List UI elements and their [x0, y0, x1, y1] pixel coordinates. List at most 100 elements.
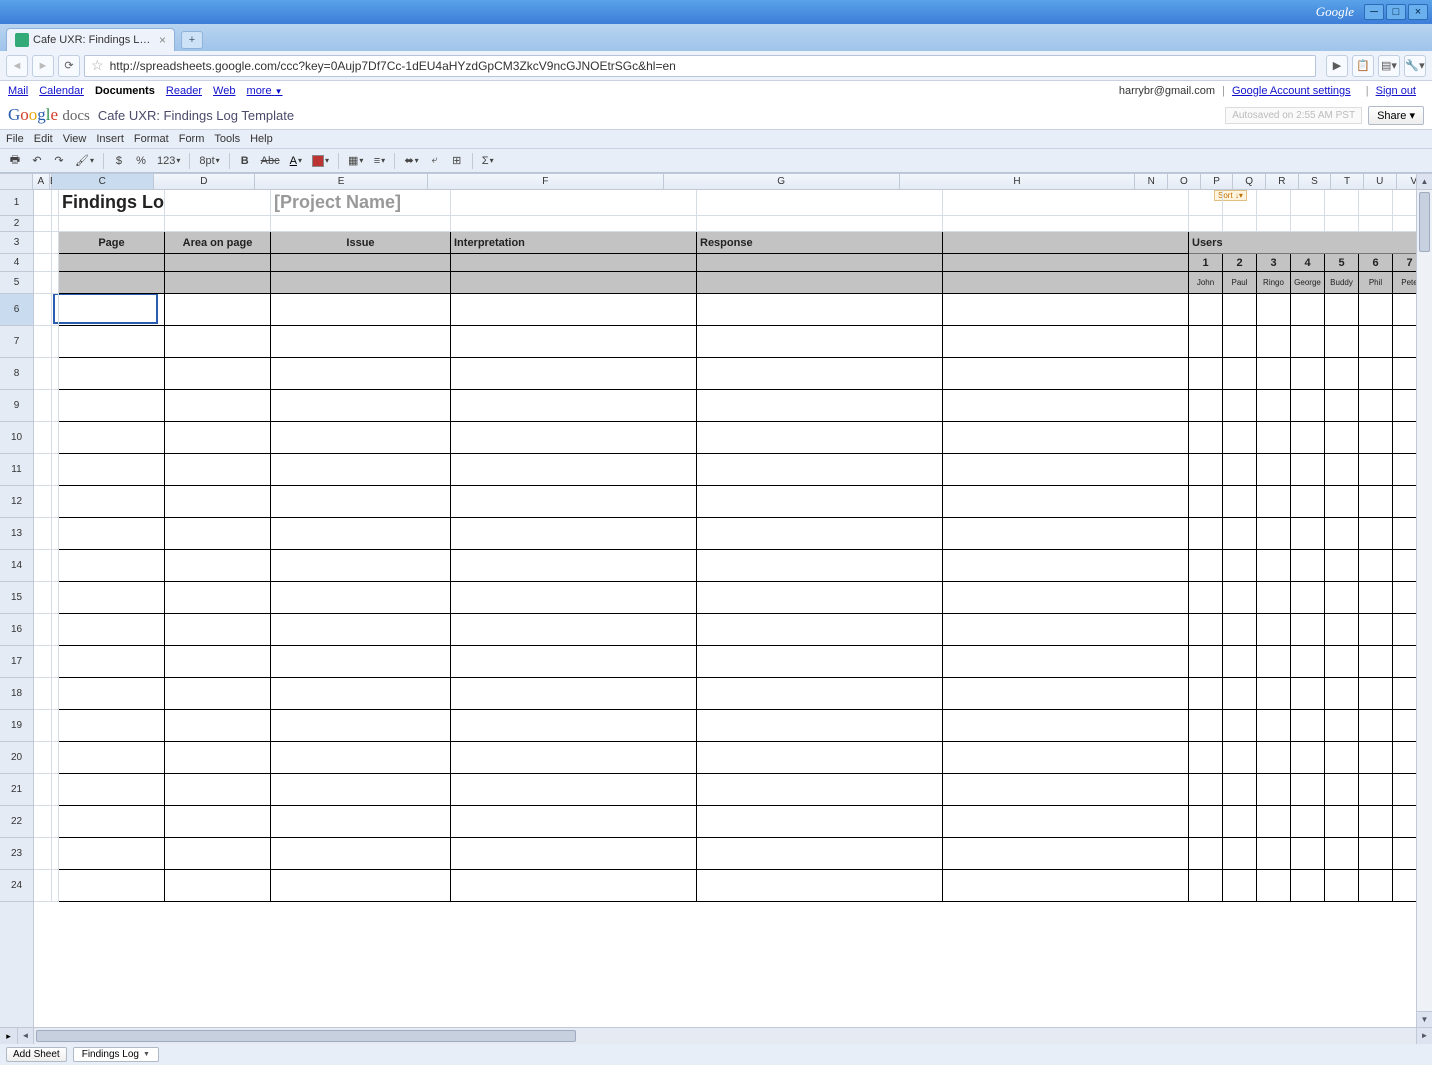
cell[interactable]	[165, 326, 271, 358]
cell[interactable]: 5	[1325, 254, 1359, 272]
cell[interactable]	[697, 390, 943, 422]
cell[interactable]	[59, 646, 165, 678]
cell[interactable]: Users	[1189, 232, 1432, 254]
bold-button[interactable]: B	[236, 152, 254, 170]
cell[interactable]	[52, 216, 59, 232]
cell[interactable]	[1325, 870, 1359, 902]
link-reader[interactable]: Reader	[166, 85, 202, 97]
cell[interactable]	[697, 216, 943, 232]
link-documents[interactable]: Documents	[95, 85, 155, 97]
cell[interactable]	[1189, 678, 1223, 710]
doc-title[interactable]: Cafe UXR: Findings Log Template	[98, 108, 294, 123]
cell[interactable]	[271, 710, 451, 742]
cell[interactable]	[451, 838, 697, 870]
hscroll-right-icon[interactable]: ►	[1416, 1028, 1432, 1044]
cell[interactable]	[34, 774, 52, 806]
cell[interactable]	[1291, 216, 1325, 232]
col-header-C[interactable]: C	[52, 174, 154, 189]
cell[interactable]	[271, 742, 451, 774]
menu-format[interactable]: Format	[134, 133, 169, 145]
row-header-19[interactable]: 19	[0, 710, 33, 742]
format-percent-button[interactable]: %	[132, 152, 150, 170]
format-currency-button[interactable]: $	[110, 152, 128, 170]
cell[interactable]	[1325, 710, 1359, 742]
cell[interactable]	[1325, 390, 1359, 422]
cell[interactable]	[1291, 326, 1325, 358]
cell[interactable]	[1325, 216, 1359, 232]
cell[interactable]: Phil	[1359, 272, 1393, 294]
cell[interactable]	[271, 272, 451, 294]
cell[interactable]	[165, 190, 271, 216]
cell[interactable]	[1223, 294, 1257, 326]
cell[interactable]	[451, 614, 697, 646]
cell[interactable]: 1	[1189, 254, 1223, 272]
cell[interactable]	[1257, 422, 1291, 454]
cell[interactable]	[52, 232, 59, 254]
col-header-H[interactable]: H	[900, 174, 1136, 189]
cell[interactable]	[1223, 710, 1257, 742]
hscroll-left-icon[interactable]: ◄	[18, 1028, 34, 1044]
cell[interactable]	[1291, 614, 1325, 646]
cell[interactable]	[59, 614, 165, 646]
cell[interactable]	[59, 582, 165, 614]
cell[interactable]	[271, 582, 451, 614]
cell[interactable]	[59, 422, 165, 454]
cell[interactable]	[1325, 190, 1359, 216]
cell[interactable]	[1189, 806, 1223, 838]
cell[interactable]	[1189, 742, 1223, 774]
cell[interactable]	[34, 294, 52, 326]
cell[interactable]	[52, 806, 59, 838]
cell[interactable]	[697, 454, 943, 486]
cell[interactable]	[34, 326, 52, 358]
cell[interactable]	[59, 742, 165, 774]
cell[interactable]	[34, 646, 52, 678]
cell[interactable]	[52, 422, 59, 454]
col-header-T[interactable]: T	[1331, 174, 1364, 189]
cell[interactable]	[59, 216, 165, 232]
cell[interactable]	[1325, 806, 1359, 838]
cell[interactable]	[1359, 870, 1393, 902]
cell[interactable]	[59, 774, 165, 806]
row-header-1[interactable]: 1	[0, 190, 33, 216]
row-header-21[interactable]: 21	[0, 774, 33, 806]
row-header-8[interactable]: 8	[0, 358, 33, 390]
cell[interactable]	[1257, 294, 1291, 326]
cell[interactable]	[451, 294, 697, 326]
cell[interactable]	[59, 254, 165, 272]
cell[interactable]	[165, 422, 271, 454]
cell[interactable]	[1359, 806, 1393, 838]
row-header-4[interactable]: 4	[0, 254, 33, 272]
cell[interactable]	[1223, 358, 1257, 390]
cell[interactable]	[52, 582, 59, 614]
cell[interactable]	[943, 614, 1189, 646]
cell[interactable]	[34, 422, 52, 454]
cell[interactable]	[165, 678, 271, 710]
col-header-P[interactable]: P	[1201, 174, 1234, 189]
cell[interactable]	[1189, 454, 1223, 486]
cell[interactable]	[165, 216, 271, 232]
cell[interactable]	[1223, 870, 1257, 902]
share-button[interactable]: Share ▾	[1368, 106, 1424, 125]
cell[interactable]	[451, 710, 697, 742]
cell[interactable]	[451, 646, 697, 678]
cell[interactable]: Page	[59, 232, 165, 254]
cell[interactable]	[1291, 518, 1325, 550]
cell[interactable]	[451, 774, 697, 806]
cell[interactable]	[1223, 614, 1257, 646]
paint-format-button[interactable]: 🖌▾	[72, 152, 97, 170]
cell[interactable]	[59, 518, 165, 550]
cell[interactable]	[52, 742, 59, 774]
font-size-dropdown[interactable]: 8pt▾	[196, 152, 222, 170]
cell[interactable]	[165, 806, 271, 838]
cell[interactable]: Interpretation	[451, 232, 697, 254]
play-button[interactable]: ▶	[1326, 55, 1348, 77]
row-header-7[interactable]: 7	[0, 326, 33, 358]
cell[interactable]	[451, 216, 697, 232]
cell[interactable]	[451, 358, 697, 390]
cell[interactable]: John	[1189, 272, 1223, 294]
cell[interactable]	[1257, 870, 1291, 902]
cell[interactable]: 6	[1359, 254, 1393, 272]
cell[interactable]	[1257, 190, 1291, 216]
col-header-E[interactable]: E	[255, 174, 428, 189]
cell[interactable]	[34, 550, 52, 582]
